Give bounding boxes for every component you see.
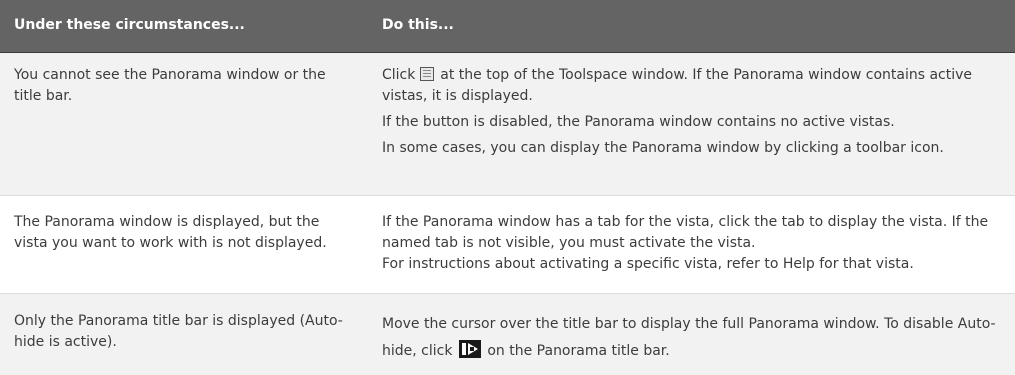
action-cell: If the Panorama window has a tab for the… (382, 212, 1007, 275)
circumstance-cell: You cannot see the Panorama window or th… (14, 67, 326, 104)
panorama-window-icon (419, 67, 434, 81)
action-line: Click at the top of the Toolspace window… (382, 65, 1007, 107)
header-do-this: Do this... (382, 17, 454, 33)
action-line: If the button is disabled, the Panorama … (382, 114, 895, 130)
action-line: For instructions about activating a spec… (382, 256, 914, 272)
action-text: at the top of the Toolspace window. If t… (382, 67, 973, 104)
action-text: Click (382, 67, 420, 83)
action-line: Move the cursor over the title bar to di… (382, 311, 1007, 365)
header-circumstances: Under these circumstances... (14, 17, 245, 33)
action-cell: Move the cursor over the title bar to di… (382, 311, 1007, 365)
table-header: Under these circumstances... Do this... (0, 0, 1015, 53)
action-line: If the Panorama window has a tab for the… (382, 214, 989, 251)
action-line: In some cases, you can display the Panor… (382, 140, 944, 156)
circumstance-cell: Only the Panorama title bar is displayed… (14, 313, 343, 350)
action-text: on the Panorama title bar. (482, 343, 670, 359)
auto-hide-icon (458, 340, 481, 358)
troubleshooting-table: Under these circumstances... Do this... … (0, 0, 1015, 375)
circumstance-cell: The Panorama window is displayed, but th… (14, 214, 327, 251)
action-cell: Click at the top of the Toolspace window… (382, 65, 1007, 159)
